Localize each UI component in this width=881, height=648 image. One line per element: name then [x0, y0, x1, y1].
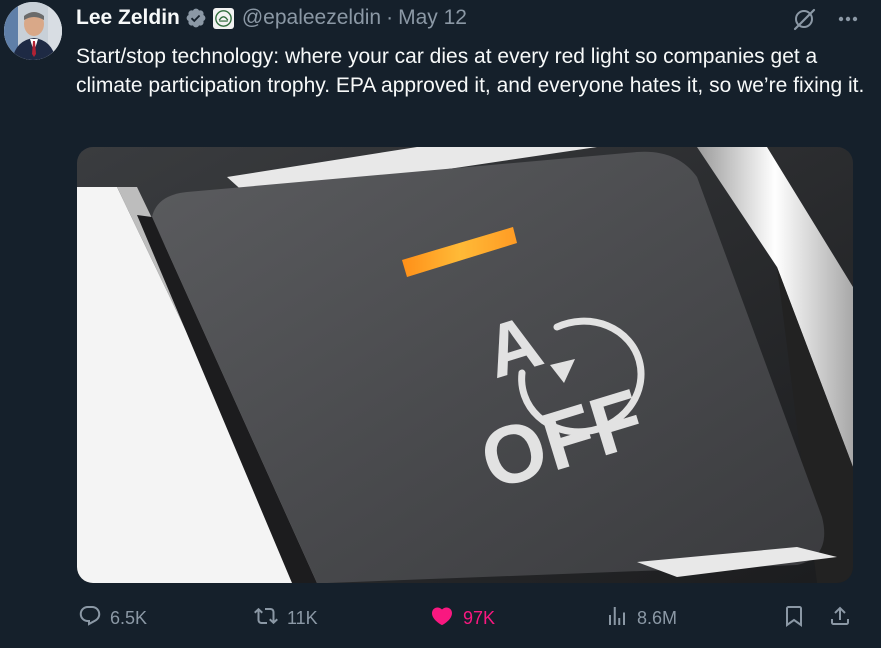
share-icon	[828, 604, 860, 633]
analytics-icon	[605, 604, 637, 633]
tweet-media-image[interactable]: OFF A	[77, 147, 853, 583]
header-actions	[791, 6, 859, 37]
author-name[interactable]: Lee Zeldin	[76, 6, 180, 30]
grok-icon[interactable]	[791, 6, 817, 37]
tweet-date[interactable]: May 12	[398, 6, 467, 30]
repost-button[interactable]: 11K	[253, 596, 318, 640]
repost-icon	[253, 604, 287, 633]
reply-count: 6.5K	[110, 607, 148, 628]
more-icon[interactable]	[837, 8, 859, 35]
tweet-header: Lee Zeldin @epaleezeldin · May 12	[76, 4, 467, 32]
author-handle[interactable]: @epaleezeldin	[242, 6, 381, 30]
bookmark-button[interactable]	[782, 596, 814, 640]
heart-icon	[429, 604, 463, 633]
author-avatar[interactable]	[4, 2, 62, 60]
bookmark-icon	[782, 604, 814, 633]
reply-button[interactable]: 6.5K	[78, 596, 147, 640]
epa-logo-icon[interactable]	[212, 7, 234, 29]
tweet-action-bar: 6.5K 11K 97K 8.6M	[0, 596, 881, 640]
like-count: 97K	[463, 607, 496, 628]
tweet-text: Start/stop technology: where your car di…	[76, 45, 865, 97]
verified-badge-icon[interactable]	[185, 7, 207, 29]
share-button[interactable]	[828, 596, 860, 640]
reply-icon	[78, 604, 110, 633]
repost-count: 11K	[287, 607, 318, 628]
views-button[interactable]: 8.6M	[605, 596, 677, 640]
separator-dot: ·	[386, 6, 394, 29]
views-count: 8.6M	[637, 607, 678, 628]
like-button[interactable]: 97K	[429, 596, 495, 640]
